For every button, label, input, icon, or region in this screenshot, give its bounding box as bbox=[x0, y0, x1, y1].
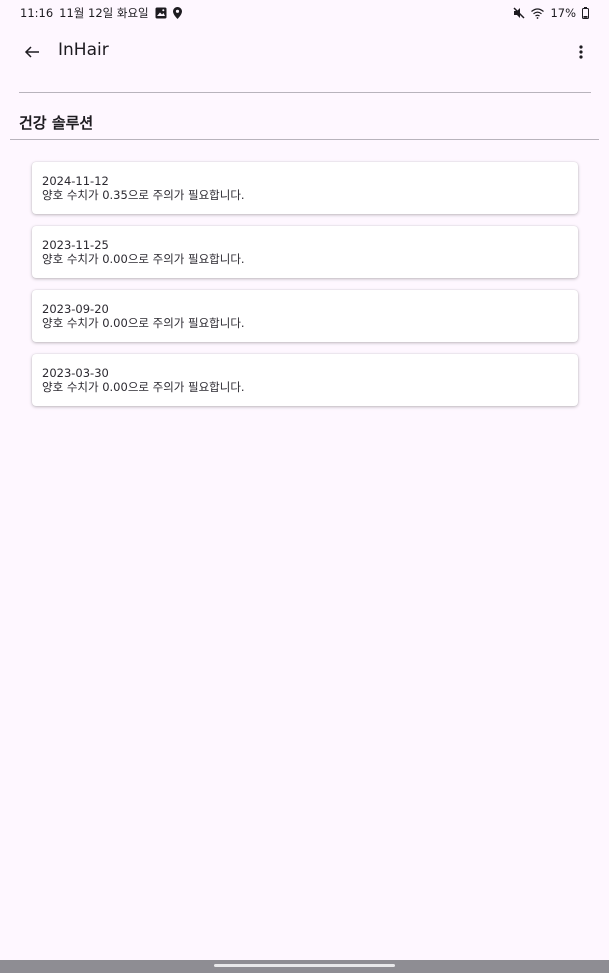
record-date: 2023-03-30 bbox=[42, 366, 109, 380]
record-message: 양호 수치가 0.00으로 주의가 필요합니다. bbox=[42, 252, 245, 266]
health-record-card[interactable]: 2023-09-20 양호 수치가 0.00으로 주의가 필요합니다. bbox=[32, 290, 578, 342]
more-options-button[interactable] bbox=[569, 38, 593, 66]
record-date: 2023-11-25 bbox=[42, 238, 109, 252]
navigation-bar bbox=[0, 960, 609, 973]
app-bar: InHair bbox=[0, 26, 609, 78]
more-vert-icon bbox=[579, 45, 583, 59]
record-date: 2024-11-12 bbox=[42, 174, 109, 188]
status-date: 11월 12일 화요일 bbox=[59, 6, 149, 20]
record-message: 양호 수치가 0.35으로 주의가 필요합니다. bbox=[42, 188, 245, 202]
screen: 11:16 11월 12일 화요일 17% InHair 건강 솔루션 2024… bbox=[0, 0, 609, 973]
gallery-icon bbox=[155, 7, 167, 19]
status-right: 17% bbox=[513, 6, 589, 20]
record-message: 양호 수치가 0.00으로 주의가 필요합니다. bbox=[42, 380, 245, 394]
battery-icon bbox=[582, 7, 589, 19]
section-divider bbox=[10, 139, 599, 140]
location-icon bbox=[172, 7, 182, 19]
app-title: InHair bbox=[58, 40, 109, 60]
health-record-card[interactable]: 2023-11-25 양호 수치가 0.00으로 주의가 필요합니다. bbox=[32, 226, 578, 278]
record-message: 양호 수치가 0.00으로 주의가 필요합니다. bbox=[42, 316, 245, 330]
arrow-left-icon bbox=[24, 46, 39, 58]
status-time: 11:16 bbox=[20, 6, 54, 20]
wifi-icon bbox=[531, 7, 545, 19]
app-bar-divider bbox=[19, 92, 591, 93]
back-button[interactable] bbox=[18, 38, 46, 66]
home-gesture-handle[interactable] bbox=[214, 964, 395, 967]
battery-percent: 17% bbox=[550, 6, 576, 20]
status-bar: 11:16 11월 12일 화요일 17% bbox=[0, 0, 609, 26]
section-title: 건강 솔루션 bbox=[19, 114, 94, 132]
health-record-list: 2024-11-12 양호 수치가 0.35으로 주의가 필요합니다. 2023… bbox=[32, 162, 578, 418]
health-record-card[interactable]: 2023-03-30 양호 수치가 0.00으로 주의가 필요합니다. bbox=[32, 354, 578, 406]
health-record-card[interactable]: 2024-11-12 양호 수치가 0.35으로 주의가 필요합니다. bbox=[32, 162, 578, 214]
record-date: 2023-09-20 bbox=[42, 302, 109, 316]
mute-icon bbox=[513, 7, 525, 19]
status-left: 11:16 11월 12일 화요일 bbox=[20, 5, 182, 21]
